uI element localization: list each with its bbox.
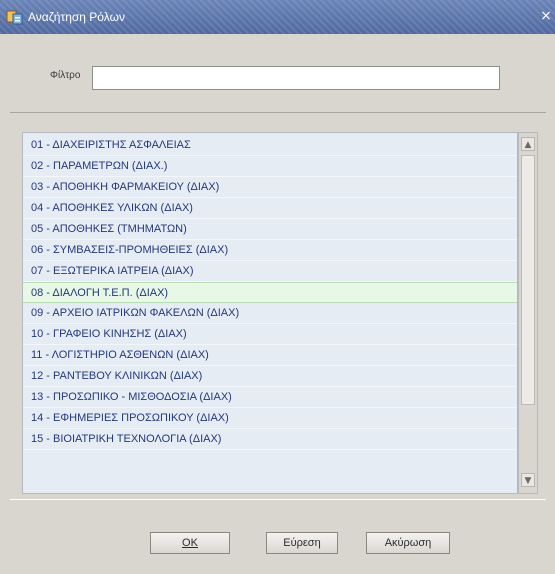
list-item[interactable]: 05 - ΑΠΟΘΗΚΕΣ (ΤΜΗΜΑΤΩΝ) [23, 219, 517, 240]
list-item[interactable]: 14 - ΕΦΗΜΕΡΙΕΣ ΠΡΟΣΩΠΙΚΟΥ (ΔΙΑΧ) [23, 408, 517, 429]
filter-input[interactable] [92, 66, 500, 90]
title-bar[interactable]: Αναζήτηση Ρόλων × [0, 0, 555, 34]
search-roles-dialog: Αναζήτηση Ρόλων × Φίλτρο 01 - ΔΙΑΧΕΙΡΙΣΤ… [0, 0, 555, 574]
list-item[interactable]: 06 - ΣΥΜΒΑΣΕΙΣ-ΠΡΟΜΗΘΕΙΕΣ (ΔΙΑΧ) [23, 240, 517, 261]
find-button[interactable]: Εύρεση [266, 532, 338, 554]
list-item[interactable]: 08 - ΔΙΑΛΟΓΗ Τ.Ε.Π. (ΔΙΑΧ) [23, 282, 517, 303]
list-item[interactable]: 01 - ΔΙΑΧΕΙΡΙΣΤΗΣ ΑΣΦΑΛΕΙΑΣ [23, 135, 517, 156]
scroll-down-button[interactable]: ▼ [521, 473, 535, 487]
ok-button[interactable]: OK [150, 532, 230, 554]
app-window-icon [6, 10, 23, 25]
list-item[interactable]: 09 - ΑΡΧΕΙΟ ΙΑΤΡΙΚΩΝ ΦΑΚΕΛΩΝ (ΔΙΑΧ) [23, 303, 517, 324]
list-item[interactable]: 13 - ΠΡΟΣΩΠΙΚΟ - ΜΙΣΘΟΔΟΣΙΑ (ΔΙΑΧ) [23, 387, 517, 408]
scroll-thumb[interactable] [521, 155, 535, 405]
vertical-scrollbar[interactable]: ▲ ▼ [518, 132, 538, 494]
list-item[interactable]: 10 - ΓΡΑΦΕΙΟ ΚΙΝΗΣΗΣ (ΔΙΑΧ) [23, 324, 517, 345]
window-title: Αναζήτηση Ρόλων [28, 10, 125, 24]
list-item[interactable]: 12 - ΡΑΝΤΕΒΟΥ ΚΛΙΝΙΚΩΝ (ΔΙΑΧ) [23, 366, 517, 387]
list-item[interactable]: 07 - ΕΞΩΤΕΡΙΚΑ ΙΑΤΡΕΙΑ (ΔΙΑΧ) [23, 261, 517, 282]
roles-list[interactable]: 01 - ΔΙΑΧΕΙΡΙΣΤΗΣ ΑΣΦΑΛΕΙΑΣ 02 - ΠΑΡΑΜΕΤΡ… [22, 132, 518, 494]
scroll-up-button[interactable]: ▲ [521, 137, 535, 151]
cancel-button[interactable]: Ακύρωση [366, 532, 450, 554]
list-item[interactable]: 03 - ΑΠΟΘΗΚΗ ΦΑΡΜΑΚΕΙΟΥ (ΔΙΑΧ) [23, 177, 517, 198]
list-item[interactable]: 15 - ΒΙΟΙΑΤΡΙΚΗ ΤΕΧΝΟΛΟΓΙΑ (ΔΙΑΧ) [23, 429, 517, 450]
filter-label: Φίλτρο [50, 70, 81, 81]
close-icon[interactable]: × [539, 6, 553, 26]
list-item[interactable]: 04 - ΑΠΟΘΗΚΕΣ ΥΛΙΚΩΝ (ΔΙΑΧ) [23, 198, 517, 219]
list-item[interactable]: 11 - ΛΟΓΙΣΤΗΡΙΟ ΑΣΘΕΝΩΝ (ΔΙΑΧ) [23, 345, 517, 366]
filter-panel: Φίλτρο [10, 52, 534, 104]
list-item[interactable]: 02 - ΠΑΡΑΜΕΤΡΩΝ (ΔΙΑΧ.) [23, 156, 517, 177]
